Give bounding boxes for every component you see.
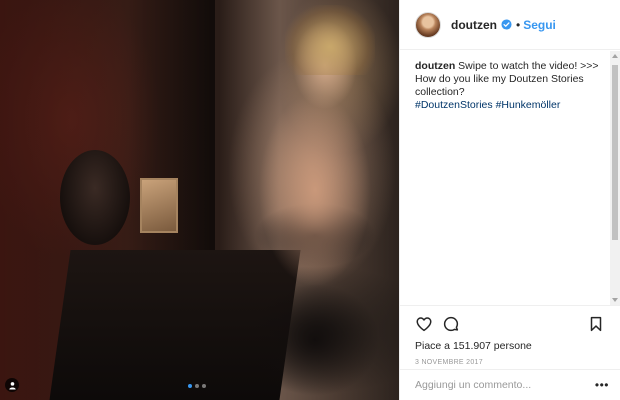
picture-frame (140, 178, 178, 233)
heart-icon[interactable] (415, 315, 433, 333)
add-comment-bar: ••• (400, 369, 620, 400)
caption-username[interactable]: doutzen (415, 60, 455, 72)
scroll-up-arrow[interactable] (612, 54, 618, 58)
user-tag-glyph (8, 381, 16, 390)
comment-bubble-icon[interactable] (442, 315, 460, 333)
avatar[interactable] (415, 11, 441, 38)
carousel-dot[interactable] (202, 384, 206, 388)
action-icons-row (415, 309, 607, 339)
post-date[interactable]: 3 NOVEMBRE 2017 (415, 359, 607, 366)
caption-area: doutzen Swipe to watch the video! >>> Ho… (400, 51, 620, 305)
post-caption: doutzen Swipe to watch the video! >>> Ho… (415, 60, 605, 112)
post-sidebar: doutzen • Segui doutzen Swipe to watch t… (399, 0, 620, 400)
verified-badge-icon (501, 19, 512, 30)
more-options-icon[interactable]: ••• (595, 379, 609, 391)
instagram-post: doutzen • Segui doutzen Swipe to watch t… (0, 0, 620, 400)
header-separator: • (516, 17, 521, 32)
model-hair (285, 5, 375, 75)
scroll-down-arrow[interactable] (612, 298, 618, 302)
hashtag-link[interactable]: #DoutzenStories (415, 99, 493, 111)
likes-count[interactable]: Piace a 151.907 persone (415, 340, 607, 352)
user-tag-icon[interactable] (5, 378, 19, 392)
post-header: doutzen • Segui (400, 0, 620, 50)
author-username[interactable]: doutzen (451, 18, 497, 32)
scrollbar-thumb[interactable] (612, 65, 618, 240)
heart-glyph (416, 317, 432, 332)
bookmark-icon[interactable] (587, 315, 605, 333)
bookmark-glyph (590, 316, 602, 332)
vanity-mirror (60, 150, 130, 245)
post-image[interactable] (0, 0, 399, 400)
hashtag-link[interactable]: #Hunkemöller (496, 99, 561, 111)
carousel-dot[interactable] (195, 384, 199, 388)
post-actions: Piace a 151.907 persone 3 NOVEMBRE 2017 (400, 305, 620, 366)
follow-button[interactable]: Segui (523, 18, 556, 32)
caption-scrollbar[interactable] (610, 51, 620, 305)
comment-glyph (443, 316, 459, 332)
carousel-dot[interactable] (188, 384, 192, 388)
carousel-indicator (188, 384, 206, 388)
comment-input[interactable] (415, 379, 595, 391)
